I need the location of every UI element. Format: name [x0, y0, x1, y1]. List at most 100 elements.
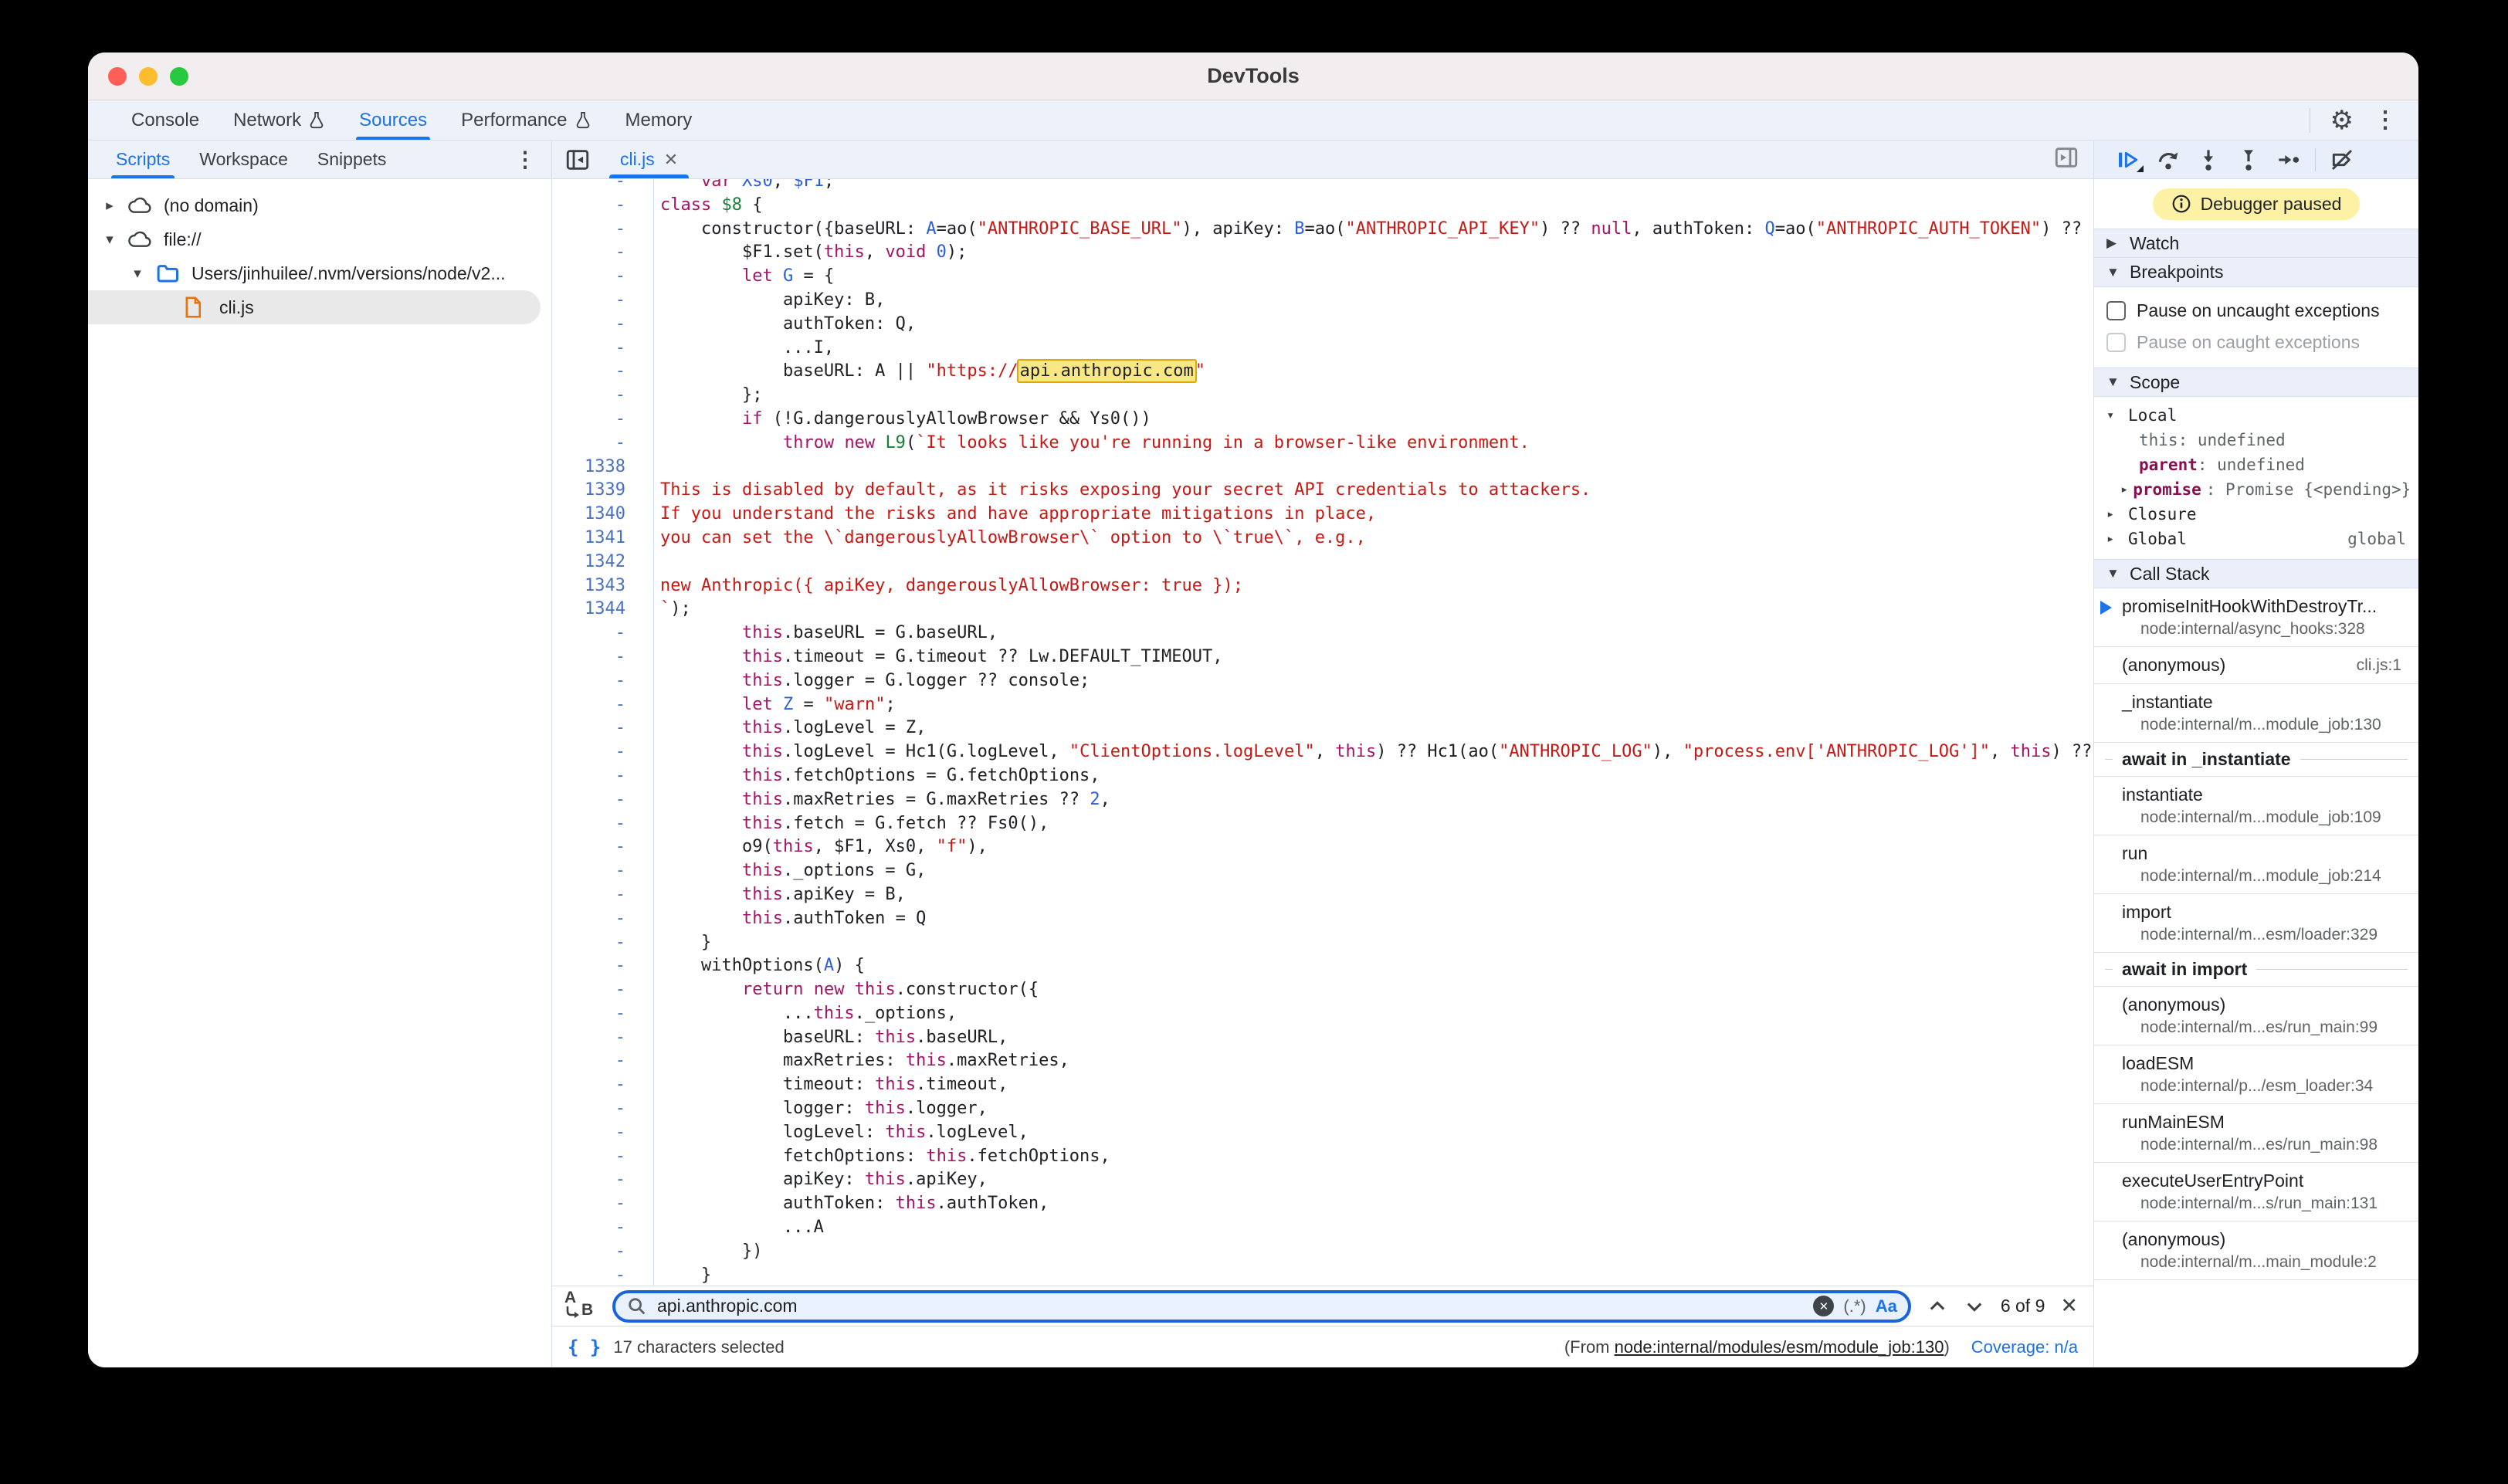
tree-expanded-icon[interactable]: ▾ [128, 265, 147, 283]
navigator-tab-snippets[interactable]: Snippets [307, 141, 398, 178]
regex-toggle[interactable]: (.*) [1843, 1296, 1866, 1316]
frame-name: run [2122, 843, 2408, 864]
tree-item-users-jinhuilee-nvm-versions-node-v2-[interactable]: ▾Users/jinhuilee/.nvm/versions/node/v2..… [88, 256, 551, 290]
tab-memory[interactable]: Memory [612, 100, 707, 140]
line-number: - [552, 693, 625, 717]
callstack-frame[interactable]: instantiatenode:internal/m...module_job:… [2094, 777, 2418, 835]
code-editor[interactable]: ------------1338133913401341134213431344… [552, 179, 2093, 1286]
close-find-bar-icon[interactable]: ✕ [2060, 1294, 2078, 1318]
settings-gear-icon[interactable]: ⚙ [2330, 107, 2354, 134]
frame-location: node:internal/m...module_job:130 [2122, 716, 2408, 734]
navigator-tab-scripts[interactable]: Scripts [105, 141, 181, 178]
more-options-icon[interactable]: ⋮ [2374, 109, 2397, 132]
code-line: `); [660, 598, 2093, 622]
editor-tab-bar: cli.js ✕ [552, 141, 2093, 179]
line-number: - [552, 883, 625, 907]
callstack-frame[interactable]: (anonymous)cli.js:1 [2094, 647, 2418, 684]
scope-group-label: Global [2128, 530, 2187, 548]
scope-section-header[interactable]: ▼ Scope [2094, 368, 2418, 397]
pretty-print-icon[interactable]: { } [568, 1337, 601, 1358]
clear-search-icon[interactable]: ✕ [1813, 1296, 1834, 1316]
coverage-link[interactable]: Coverage: n/a [1971, 1337, 2078, 1357]
from-source-link[interactable]: node:internal/modules/esm/module_job:130 [1615, 1337, 1944, 1357]
line-number: - [552, 717, 625, 740]
checkbox[interactable] [2106, 301, 2126, 320]
breakpoints-section-header[interactable]: ▼ Breakpoints [2094, 258, 2418, 287]
tab-sources[interactable]: Sources [345, 100, 441, 140]
line-number: - [552, 241, 625, 265]
line-number: - [552, 669, 625, 693]
cloud-icon [128, 228, 154, 251]
scope-group-local[interactable]: ▾Local [2094, 403, 2418, 428]
breakpoint-option[interactable]: Pause on uncaught exceptions [2094, 295, 2418, 327]
navigator-tab-label: Scripts [116, 149, 170, 170]
navigator-more-icon[interactable]: ⋮ [514, 147, 551, 172]
line-number: - [552, 432, 625, 456]
scope-variable-promise[interactable]: ▸promise: Promise {<pending>} [2094, 477, 2418, 502]
navigator-tab-workspace[interactable]: Workspace [188, 141, 299, 178]
hide-navigator-icon[interactable] [564, 147, 591, 173]
step-icon[interactable] [2269, 144, 2309, 175]
callstack-frame[interactable]: (anonymous)node:internal/m...es/run_main… [2094, 987, 2418, 1045]
tree-item-file-[interactable]: ▾ file:// [88, 222, 551, 256]
callstack-frame[interactable]: executeUserEntryPointnode:internal/m...s… [2094, 1163, 2418, 1221]
tree-item-label: file:// [164, 229, 202, 250]
callstack-frame[interactable]: loadESMnode:internal/p.../esm_loader:34 [2094, 1045, 2418, 1104]
frame-name: promiseInitHookWithDestroyTr... [2122, 596, 2408, 617]
callstack-frame[interactable]: importnode:internal/m...esm/loader:329 [2094, 894, 2418, 953]
minimize-window-button[interactable] [139, 67, 158, 86]
scope-group-closure[interactable]: ▸Closure [2094, 502, 2418, 527]
close-tab-icon[interactable]: ✕ [664, 150, 678, 170]
maximize-window-button[interactable] [170, 67, 188, 86]
breakpoint-option[interactable]: Pause on caught exceptions [2094, 327, 2418, 358]
next-match-icon[interactable] [1964, 1296, 1985, 1317]
callstack-frame[interactable]: runnode:internal/m...module_job:214 [2094, 835, 2418, 894]
tab-console[interactable]: Console [117, 100, 213, 140]
editor-tab-clijs[interactable]: cli.js ✕ [609, 141, 689, 178]
variable-name: this [2139, 431, 2178, 449]
code-line: this.logger = G.logger ?? console; [660, 669, 2093, 693]
frame-location: node:internal/m...module_job:109 [2122, 808, 2408, 827]
frame-location: cli.js:1 [2357, 656, 2408, 675]
line-number: - [552, 859, 625, 883]
code-line: this.apiKey = B, [660, 883, 2093, 907]
tab-network[interactable]: Network [219, 100, 339, 140]
tree-item-cli-js[interactable]: cli.js [88, 290, 541, 324]
callstack-frame[interactable]: (anonymous)node:internal/m...main_module… [2094, 1221, 2418, 1280]
callstack-section-header[interactable]: ▼ Call Stack [2094, 559, 2418, 588]
watch-section-header[interactable]: ▶ Watch [2094, 229, 2418, 258]
step-over-icon[interactable] [2148, 144, 2188, 175]
search-query[interactable]: api.anthropic.com [657, 1296, 1804, 1316]
step-into-icon[interactable] [2188, 144, 2228, 175]
scope-variable-this[interactable]: this: undefined [2094, 428, 2418, 452]
source-code[interactable]: var Xs0, $F1;class $8 { constructor({bas… [654, 179, 2093, 1286]
resume-script-icon[interactable] [2108, 144, 2148, 175]
tree-collapsed-icon[interactable]: ▸ [100, 197, 119, 215]
step-out-icon[interactable] [2228, 144, 2269, 175]
code-line: this.maxRetries = G.maxRetries ?? 2, [660, 788, 2093, 812]
variable-value: : undefined [2178, 431, 2286, 449]
close-window-button[interactable] [108, 67, 127, 86]
callstack-frame[interactable]: promiseInitHookWithDestroyTr...node:inte… [2094, 588, 2418, 647]
match-case-toggle[interactable]: Aa [1876, 1296, 1897, 1316]
callstack-frame[interactable]: _instantiatenode:internal/m...module_job… [2094, 684, 2418, 743]
debugger-pane: Debugger paused ▶ Watch ▼ Breakpoints Pa… [2094, 141, 2418, 1367]
deactivate-breakpoints-icon[interactable] [2322, 144, 2362, 175]
tree-item--no-domain-[interactable]: ▸ (no domain) [88, 188, 551, 222]
chevron-down-icon: ▾ [2106, 408, 2120, 423]
show-debugger-panel-icon[interactable] [2053, 144, 2093, 174]
tree-item-label: (no domain) [164, 195, 259, 216]
previous-match-icon[interactable] [1927, 1296, 1948, 1317]
tree-expanded-icon[interactable]: ▾ [100, 231, 119, 249]
replace-toggle-icon[interactable]: A B [563, 1291, 597, 1322]
callstack-frame[interactable]: runMainESMnode:internal/m...es/run_main:… [2094, 1104, 2418, 1163]
line-number: - [552, 384, 625, 408]
chevron-right-icon: ▸ [2106, 507, 2120, 522]
scope-group-global[interactable]: ▸Globalglobal [2094, 527, 2418, 551]
tab-performance[interactable]: Performance [447, 100, 605, 140]
search-input[interactable]: api.anthropic.com ✕ (.*) Aa [612, 1290, 1911, 1323]
scope-variable-parent[interactable]: parent: undefined [2094, 452, 2418, 477]
tree-item-label: cli.js [219, 297, 254, 318]
checkbox[interactable] [2106, 333, 2126, 352]
line-number: 1340 [552, 503, 625, 527]
